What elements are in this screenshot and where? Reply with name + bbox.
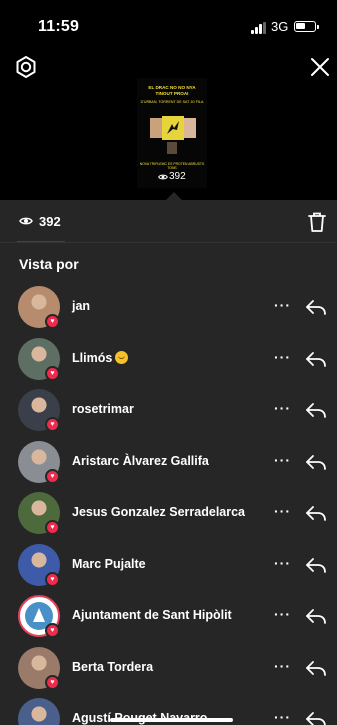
- reply-icon[interactable]: [305, 710, 327, 725]
- story-text-title: EL DRAC NO NO NYA TINOUT PROAI: [148, 85, 196, 96]
- viewer-name[interactable]: Llimós: [72, 350, 129, 365]
- reply-icon[interactable]: [305, 659, 327, 677]
- reply-icon[interactable]: [305, 401, 327, 419]
- more-options-button[interactable]: ···: [274, 452, 291, 468]
- reply-icon[interactable]: [305, 453, 327, 471]
- avatar[interactable]: [18, 698, 60, 725]
- close-icon[interactable]: [308, 55, 332, 79]
- reply-icon[interactable]: [305, 607, 327, 625]
- heart-icon: ♥: [45, 314, 60, 329]
- divider: [0, 242, 337, 243]
- viewer-name-text: Jesus Gonzalez Serradelarca: [72, 505, 246, 519]
- emoji-icon: [115, 350, 129, 364]
- viewer-row[interactable]: ♥ Marc Pujalte ···: [0, 543, 337, 595]
- story-photo-left: [150, 118, 162, 138]
- heart-icon: ♥: [45, 365, 60, 381]
- more-options-button[interactable]: ···: [274, 400, 291, 416]
- viewer-name-text: Marc Pujalte: [72, 556, 146, 571]
- more-options-button[interactable]: ···: [274, 658, 291, 674]
- views-count[interactable]: 392: [39, 214, 61, 229]
- viewer-row[interactable]: ♥ Jesus Gonzalez Serradelarca ···: [0, 492, 337, 543]
- reply-icon[interactable]: [305, 504, 327, 522]
- more-options-button[interactable]: ···: [274, 606, 291, 622]
- viewer-name[interactable]: Jesus Gonzalez Serradelarca: [72, 505, 245, 519]
- network-label: 3G: [271, 19, 289, 34]
- viewer-name[interactable]: rosetrimar: [72, 402, 134, 416]
- viewer-name-text: rosetrimar: [72, 402, 134, 416]
- story-photo-right: [184, 118, 196, 138]
- viewer-name-text: Aristarc Àlvarez Gallifa: [72, 453, 209, 468]
- viewer-name-text: Ajuntament de Sant Hipòlit: [72, 608, 232, 622]
- viewer-row[interactable]: ♥ Berta Tordera ···: [0, 646, 337, 698]
- viewers-sheet: 392 Vista por ♥ jan ··· ♥ Llimós ··· ♥ rosetrim…: [0, 200, 337, 725]
- heart-icon: ♥: [45, 571, 60, 587]
- views-header: 392: [0, 200, 337, 243]
- eye-icon: [158, 174, 168, 179]
- story-preview-area: 11:59 3G EL DRAC NO NO NYA TINOUT PROAI D…: [0, 0, 337, 200]
- reply-icon[interactable]: [305, 350, 327, 368]
- section-title: Vista por: [19, 256, 79, 272]
- reply-icon[interactable]: [305, 556, 327, 574]
- story-photo-bottom: [167, 142, 177, 154]
- viewer-row[interactable]: ♥ Aristarc Àlvarez Gallifa ···: [0, 440, 337, 492]
- heart-icon: ♥: [45, 417, 60, 432]
- battery-icon: [294, 21, 319, 32]
- settings-icon[interactable]: [14, 55, 38, 79]
- viewer-row[interactable]: ♥ Llimós ···: [0, 337, 337, 389]
- home-indicator[interactable]: [110, 718, 233, 722]
- heart-icon: ♥: [45, 468, 60, 484]
- viewer-name[interactable]: Ajuntament de Sant Hipòlit: [72, 608, 232, 622]
- more-options-button[interactable]: ···: [274, 349, 291, 365]
- viewer-name-text: Llimós: [72, 350, 113, 365]
- status-time: 11:59: [38, 18, 80, 35]
- heart-icon: ♥: [45, 520, 60, 535]
- viewer-row[interactable]: ♥ jan ···: [0, 286, 337, 337]
- more-options-button[interactable]: ···: [274, 503, 291, 519]
- more-options-button[interactable]: ···: [274, 709, 291, 725]
- status-bar: 11:59 3G: [0, 0, 337, 52]
- thumbnail-view-count: 392: [158, 171, 186, 182]
- trash-icon[interactable]: [307, 211, 327, 233]
- viewer-name[interactable]: Marc Pujalte: [72, 557, 146, 571]
- heart-icon: ♥: [45, 674, 60, 690]
- viewer-name[interactable]: Aristarc Àlvarez Gallifa: [72, 454, 209, 468]
- more-options-button[interactable]: ···: [274, 297, 291, 313]
- signal-icon: [251, 22, 267, 34]
- heart-icon: ♥: [45, 623, 60, 638]
- dragon-icon: [167, 121, 179, 134]
- eye-icon: [19, 217, 33, 225]
- sheet-pointer: [166, 192, 182, 200]
- viewer-name-text: Berta Tordera: [72, 659, 154, 674]
- reply-icon[interactable]: [305, 298, 327, 316]
- story-text-footer: NOVA TRIPLEMC ES PROTEN ABRUSTS TONS: [139, 162, 205, 171]
- viewer-name[interactable]: jan: [72, 299, 90, 313]
- more-options-button[interactable]: ···: [274, 555, 291, 571]
- story-text-subtitle: D'URBAN, TORRENT DE SAT JO FILA: [140, 100, 204, 104]
- viewer-row[interactable]: ♥ Ajuntament de Sant Hipòlit ···: [0, 595, 337, 646]
- viewer-row[interactable]: ♥ rosetrimar ···: [0, 389, 337, 440]
- story-photo-center: [162, 116, 184, 140]
- viewer-name-text: jan: [72, 299, 91, 313]
- viewer-name[interactable]: Berta Tordera: [72, 660, 153, 674]
